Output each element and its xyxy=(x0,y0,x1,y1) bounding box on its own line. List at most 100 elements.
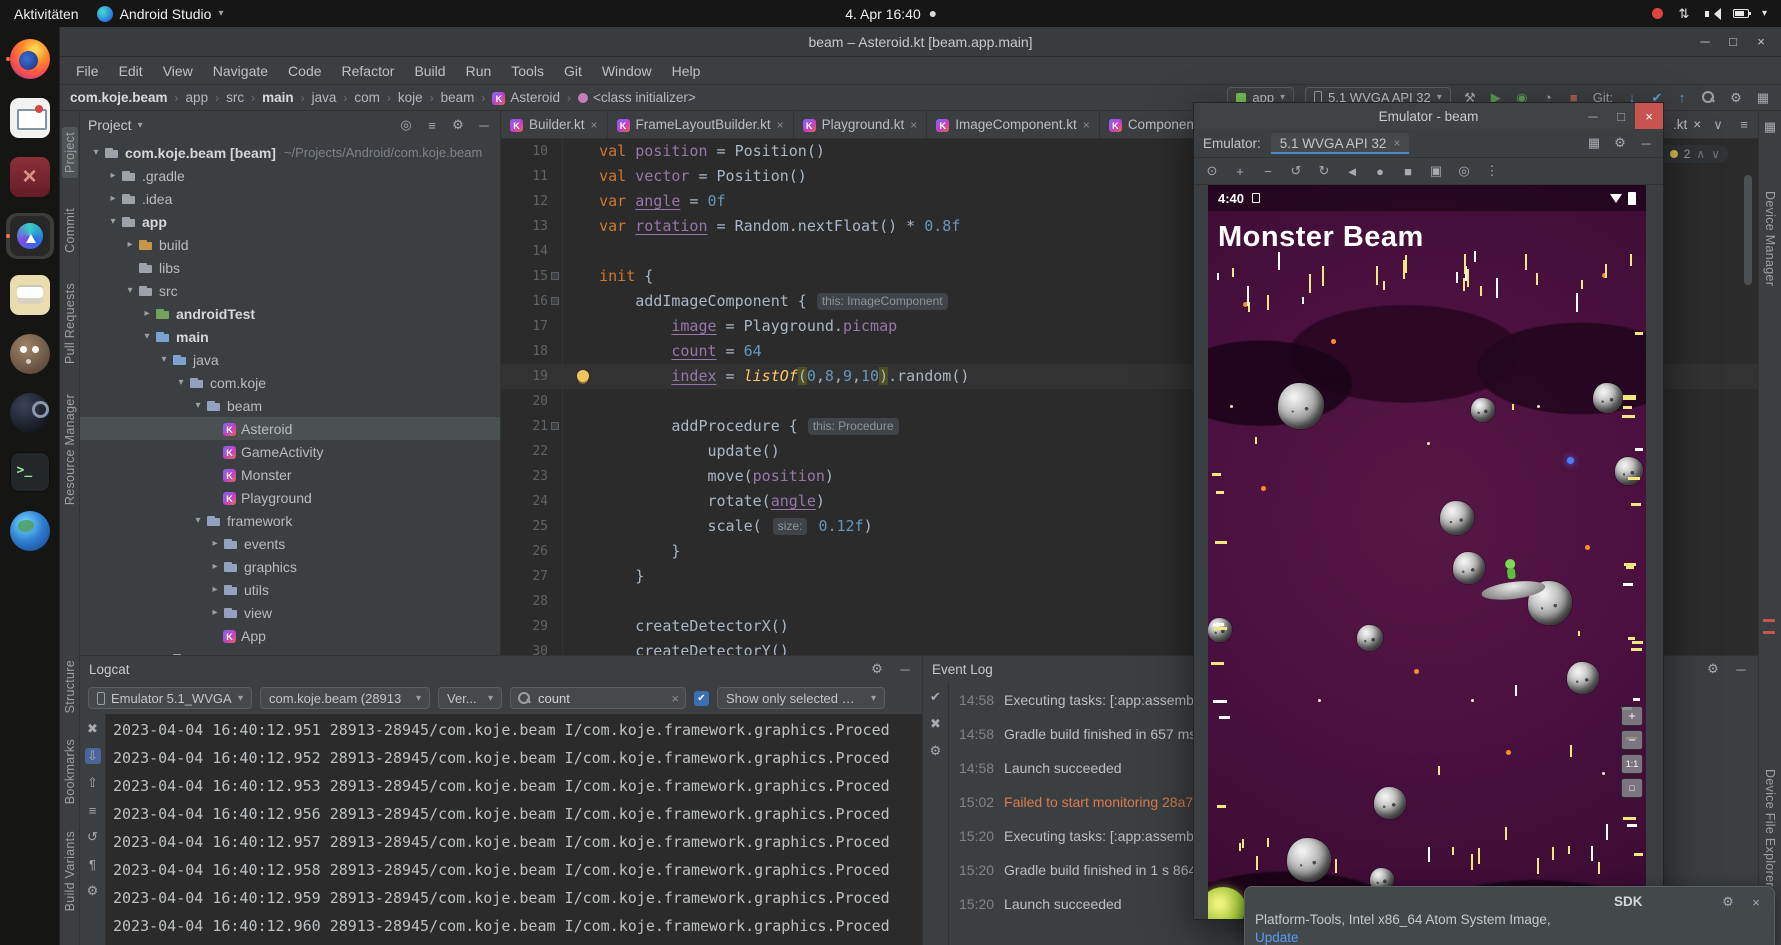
logcat-search-input[interactable]: count × xyxy=(510,687,686,709)
tree-item-build[interactable]: ▸build xyxy=(80,233,500,256)
layout-icon[interactable]: ▦ xyxy=(1586,135,1602,151)
tree-item-gradle[interactable]: ▸.gradle xyxy=(80,164,500,187)
tree-item-utils[interactable]: ▸utils xyxy=(80,578,500,601)
minimize-icon[interactable]: ─ xyxy=(1693,34,1717,50)
tree-item-app[interactable]: KApp xyxy=(80,624,500,647)
rotate-left-icon[interactable]: ↺ xyxy=(1288,163,1304,179)
menu-file[interactable]: File xyxy=(66,63,109,79)
tool-stripe-commit[interactable]: Commit xyxy=(63,208,77,253)
menu-build[interactable]: Build xyxy=(404,63,455,79)
clear-icon[interactable]: ✖ xyxy=(85,721,101,737)
zoom-reset-button[interactable]: 1:1 xyxy=(1621,754,1643,774)
zoom-out-button[interactable]: − xyxy=(1621,730,1643,750)
logcat-level-select[interactable]: Ver... ▾ xyxy=(438,687,502,709)
logcat-process-select[interactable]: com.koje.beam (28913 ▾ xyxy=(260,687,430,709)
minimize-icon[interactable]: ─ xyxy=(1579,103,1607,129)
prev-issue-icon[interactable]: ∧ xyxy=(1696,147,1705,161)
zoom-in-button[interactable]: + xyxy=(1621,706,1643,726)
hidden-tabs-icon[interactable]: ∨ xyxy=(1710,117,1726,133)
tool-stripe-build-variants[interactable]: Build Variants xyxy=(63,831,77,911)
tree-item-beam[interactable]: ▾beam xyxy=(80,394,500,417)
tab-playground-kt[interactable]: KPlayground.kt× xyxy=(794,111,928,138)
steam-launcher[interactable] xyxy=(6,390,54,436)
logcat-device-select[interactable]: Emulator 5.1_WVGA ▾ xyxy=(88,687,252,709)
system-menu-chevron-icon[interactable]: ▾ xyxy=(1762,8,1767,19)
tree-item-events[interactable]: ▸events xyxy=(80,532,500,555)
fold-marker-icon[interactable] xyxy=(551,297,559,305)
tool-stripe-device-manager[interactable]: Device Manager xyxy=(1763,191,1777,286)
menu-help[interactable]: Help xyxy=(662,63,711,79)
web-globe-launcher[interactable] xyxy=(6,508,54,554)
filter-icon[interactable]: ✔ xyxy=(928,689,944,705)
locate-icon[interactable]: ◎ xyxy=(398,117,414,133)
tool-stripe-device-file-explorer[interactable]: Device File Explorer xyxy=(1763,769,1777,887)
android-studio-launcher[interactable] xyxy=(6,213,54,259)
rotate-right-icon[interactable]: ↻ xyxy=(1316,163,1332,179)
maximize-icon[interactable]: □ xyxy=(1607,103,1635,129)
tree-item-view[interactable]: ▸view xyxy=(80,601,500,624)
git-push-icon[interactable]: ↑ xyxy=(1674,90,1690,106)
back-icon[interactable]: ◄ xyxy=(1344,163,1360,179)
tree-item-java[interactable]: ▾java xyxy=(80,348,500,371)
chevron-down-icon[interactable]: ▾ xyxy=(138,120,143,131)
breadcrumb-src[interactable]: src xyxy=(226,90,244,105)
tool-stripe-pull-requests[interactable]: Pull Requests xyxy=(63,283,77,364)
layout-icon[interactable]: ▦ xyxy=(1755,90,1771,106)
network-icon[interactable]: ⇅ xyxy=(1676,6,1692,22)
maximize-icon[interactable]: □ xyxy=(1721,34,1745,50)
tool-stripe-structure[interactable]: Structure xyxy=(63,660,77,713)
close-icon[interactable]: × xyxy=(1693,117,1701,132)
logcat-title[interactable]: Logcat xyxy=(89,662,130,677)
firefox-launcher[interactable] xyxy=(6,36,54,82)
zoom-fit-button[interactable]: □ xyxy=(1621,778,1643,798)
device-manager-icon[interactable]: ▦ xyxy=(1762,119,1778,135)
breadcrumb-com-koje-beam[interactable]: com.koje.beam xyxy=(70,90,168,105)
settings-icon[interactable]: ⚙ xyxy=(450,117,466,133)
recording-indicator-icon[interactable] xyxy=(1652,8,1663,19)
home-icon[interactable]: ● xyxy=(1372,163,1388,179)
tree-item-main[interactable]: ▾main xyxy=(80,325,500,348)
volume-up-icon[interactable]: + xyxy=(1232,163,1248,179)
gear-icon[interactable]: ⚙ xyxy=(1720,894,1736,910)
files-launcher[interactable] xyxy=(6,272,54,318)
tree-item-asteroid[interactable]: KAsteroid xyxy=(80,417,500,440)
project-tree[interactable]: ▾com.koje.beam [beam]~/Projects/Android/… xyxy=(80,139,500,655)
hide-icon[interactable]: ─ xyxy=(1638,135,1654,151)
menu-git[interactable]: Git xyxy=(554,63,592,79)
next-issue-icon[interactable]: ∨ xyxy=(1711,147,1720,161)
scroll-to-end-icon[interactable]: ⇩ xyxy=(85,748,101,764)
close-icon[interactable]: × xyxy=(1083,118,1090,132)
red-x-app-launcher[interactable] xyxy=(6,154,54,200)
editor-menu-icon[interactable]: ≡ xyxy=(1736,117,1752,133)
menu-code[interactable]: Code xyxy=(278,63,331,79)
clear-search-icon[interactable]: × xyxy=(671,691,679,706)
logcat-output[interactable]: 2023-04-04 16:40:12.951 28913-28945/com.… xyxy=(106,714,922,945)
menu-edit[interactable]: Edit xyxy=(109,63,153,79)
tree-item-com-koje-beam-beam[interactable]: ▾com.koje.beam [beam]~/Projects/Android/… xyxy=(80,141,500,164)
tool-stripe-bookmarks[interactable]: Bookmarks xyxy=(63,739,77,804)
regex-checkbox[interactable]: ✔ xyxy=(694,691,709,706)
tree-item-res[interactable]: ▸res xyxy=(80,647,500,655)
volume-icon[interactable] xyxy=(1705,8,1720,20)
settings-icon[interactable]: ⚙ xyxy=(1612,135,1628,151)
close-icon[interactable]: × xyxy=(777,118,784,132)
mail-app-launcher[interactable] xyxy=(6,95,54,141)
tree-item-framework[interactable]: ▾framework xyxy=(80,509,500,532)
menu-refactor[interactable]: Refactor xyxy=(332,63,405,79)
clock[interactable]: 4. Apr 16:40 xyxy=(845,6,921,22)
hide-icon[interactable]: ─ xyxy=(897,661,913,677)
settings-icon[interactable]: ⚙ xyxy=(928,743,944,759)
tree-item-com-koje[interactable]: ▾com.koje xyxy=(80,371,500,394)
tool-stripe-project[interactable]: Project xyxy=(62,127,78,178)
menu-view[interactable]: View xyxy=(153,63,203,79)
tree-item-idea[interactable]: ▸.idea xyxy=(80,187,500,210)
emulator-screen[interactable]: Monster Beam 4:40 +−1:1□ xyxy=(1208,185,1646,919)
tree-item-graphics[interactable]: ▸graphics xyxy=(80,555,500,578)
breadcrumb-koje[interactable]: koje xyxy=(398,90,423,105)
gimp-launcher[interactable] xyxy=(6,331,54,377)
project-panel-title[interactable]: Project xyxy=(88,117,132,133)
tree-item-androidtest[interactable]: ▸androidTest xyxy=(80,302,500,325)
tree-item-src[interactable]: ▾src xyxy=(80,279,500,302)
close-icon[interactable]: × xyxy=(591,118,598,132)
tab-builder-kt[interactable]: KBuilder.kt× xyxy=(501,111,608,138)
